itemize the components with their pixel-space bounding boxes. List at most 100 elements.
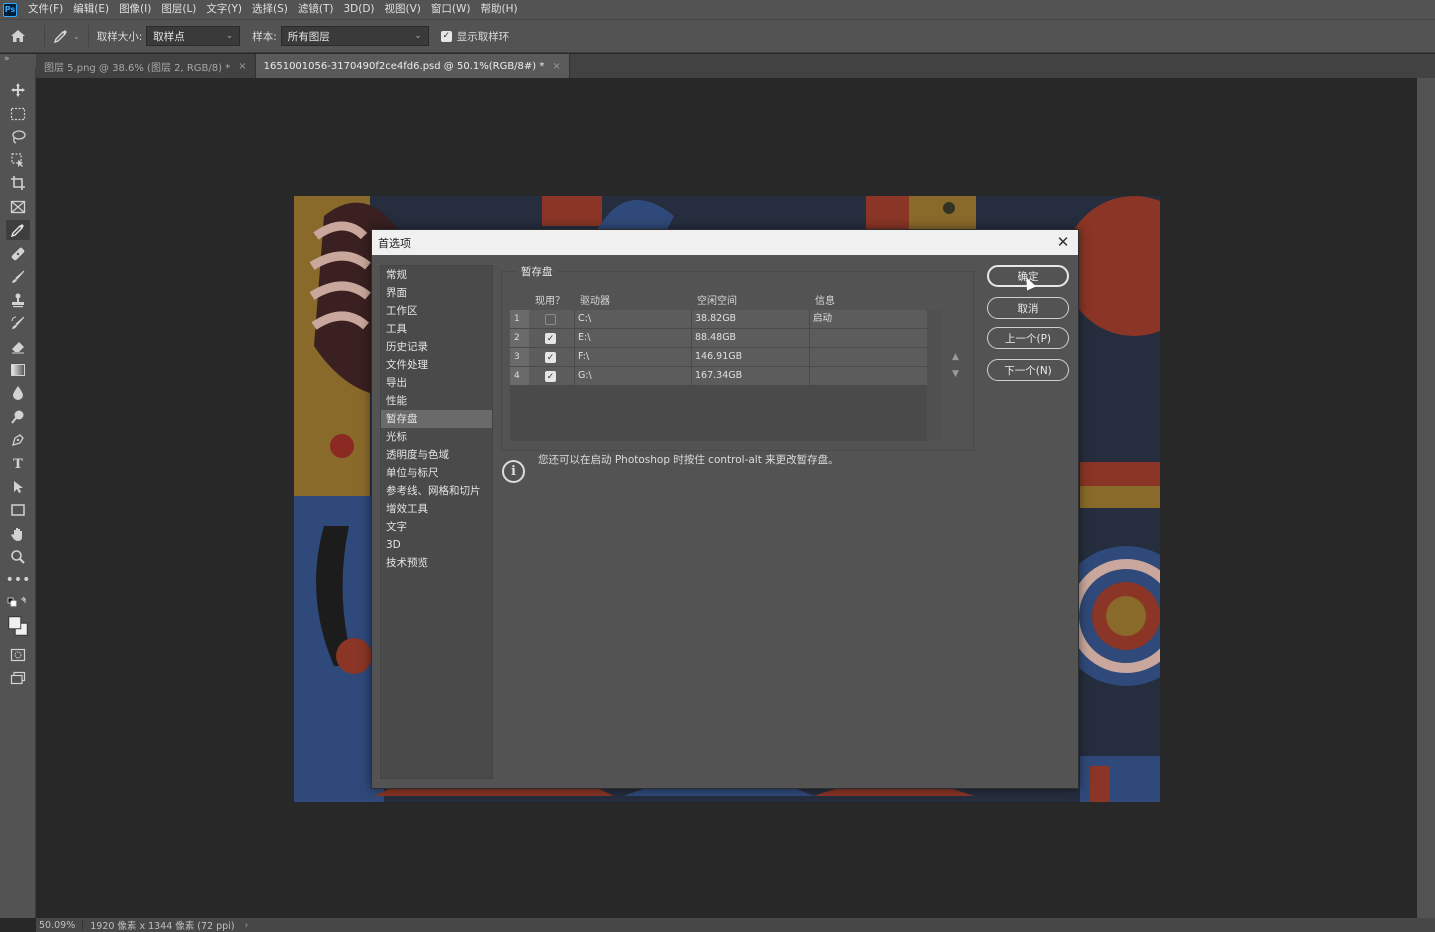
healing-brush-icon[interactable] [6,244,30,264]
more-tools-icon[interactable]: ••• [6,570,31,590]
photoshop-logo-icon: Ps [3,2,17,17]
category-file-handling[interactable]: 文件处理 [381,356,492,374]
drive-cell: F:\ [574,348,691,366]
category-units-rulers[interactable]: 单位与标尺 [381,464,492,482]
drive-cell: G:\ [574,367,691,385]
default-colors-icon[interactable] [6,595,30,609]
table-row[interactable]: 4 ✓ G:\ 167.34GB [510,367,927,386]
table-row[interactable]: 2 ✓ E:\ 88.48GB [510,329,927,348]
category-tools[interactable]: 工具 [381,320,492,338]
lasso-icon[interactable] [6,127,30,147]
crop-icon[interactable] [6,173,30,193]
category-interface[interactable]: 界面 [381,284,492,302]
menu-type[interactable]: 文字(Y) [201,0,247,19]
tab-psd-document[interactable]: 1651001056-3170490f2ce4fd6.psd @ 50.1%(R… [255,54,570,78]
table-row[interactable]: 3 ✓ F:\ 146.91GB [510,348,927,367]
info-icon: i [502,460,525,483]
category-export[interactable]: 导出 [381,374,492,392]
screen-mode-icon[interactable] [6,668,30,688]
category-type[interactable]: 文字 [381,518,492,536]
object-selection-icon[interactable] [6,150,30,170]
chevron-down-icon: ⌄ [225,31,234,41]
category-scratch-disks[interactable]: 暂存盘 [381,410,492,428]
document-info: 1920 像素 x 1344 像素 (72 ppi) [90,921,235,932]
active-checkbox[interactable]: ✓ [545,333,556,344]
hand-icon[interactable] [6,524,30,544]
free-space-cell: 38.82GB [691,310,809,328]
foreground-background-color-icon[interactable] [6,613,30,639]
eyedropper-tool-preset-icon[interactable]: ⌄ [53,28,80,44]
frame-tool-icon[interactable] [6,197,30,217]
scratch-disks-table: 现用？ 驱动器 空闲空间 信息 1 C:\ 38.82GB 启动 2 ✓ E:\… [510,288,941,441]
clone-stamp-icon[interactable] [6,290,30,310]
eyedropper-icon[interactable] [6,220,30,240]
move-up-arrow-icon[interactable]: ▲ [952,352,959,362]
cancel-button[interactable]: 取消 [987,297,1069,319]
table-row[interactable]: 1 C:\ 38.82GB 启动 [510,310,927,329]
history-brush-icon[interactable] [6,313,30,333]
category-transparency-gamut[interactable]: 透明度与色域 [381,446,492,464]
sample-size-label: 取样大小: [96,30,143,43]
rectangular-marquee-icon[interactable] [6,104,30,124]
move-tool-icon[interactable] [6,80,30,100]
previous-button[interactable]: 上一个(P) [987,327,1069,349]
menu-view[interactable]: 视图(V) [380,0,426,19]
menu-help[interactable]: 帮助(H) [476,0,523,19]
divider [44,25,45,47]
category-performance[interactable]: 性能 [381,392,492,410]
menu-layer[interactable]: 图层(L) [156,0,201,19]
pen-icon[interactable] [6,430,30,450]
home-icon[interactable] [0,29,36,43]
category-general[interactable]: 常规 [381,266,492,284]
path-selection-icon[interactable] [6,477,30,497]
close-icon[interactable]: ✕ [1054,233,1072,251]
close-icon[interactable]: × [552,61,560,72]
column-header-active: 现用？ [535,296,565,307]
menu-window[interactable]: 窗口(W) [426,0,476,19]
show-sampling-ring-checkbox[interactable]: ✓ [440,30,452,42]
next-button[interactable]: 下一个(N) [987,359,1069,381]
zoom-icon[interactable] [6,547,30,567]
active-checkbox[interactable] [545,314,556,325]
category-technology-previews[interactable]: 技术预览 [381,554,492,572]
gradient-icon[interactable] [6,360,30,380]
eraser-icon[interactable] [6,337,30,357]
chevron-right-icon[interactable]: › [245,920,249,931]
brush-icon[interactable] [6,267,30,287]
vertical-scrollbar[interactable] [1417,78,1435,918]
preferences-category-list: 常规 界面 工作区 工具 历史记录 文件处理 导出 性能 暂存盘 光标 透明度与… [380,265,493,779]
rectangle-shape-icon[interactable] [6,500,30,520]
menu-edit[interactable]: 编辑(E) [68,0,114,19]
active-checkbox[interactable]: ✓ [545,352,556,363]
type-icon[interactable]: T [6,454,30,474]
quick-mask-icon[interactable] [6,645,30,665]
blur-icon[interactable] [6,383,30,403]
category-plugins[interactable]: 增效工具 [381,500,492,518]
menu-file[interactable]: 文件(F) [23,0,68,19]
menu-select[interactable]: 选择(S) [247,0,293,19]
menu-3d[interactable]: 3D(D) [338,0,379,19]
menu-filter[interactable]: 滤镜(T) [293,0,339,19]
sample-value: 所有图层 [287,30,330,43]
category-3d[interactable]: 3D [381,536,492,554]
tab-label: 图层 5.png @ 38.6% (图层 2, RGB/8) * [44,62,231,74]
category-guides-grid-slices[interactable]: 参考线、网格和切片 [381,482,492,500]
tab-label: 1651001056-3170490f2ce4fd6.psd @ 50.1%(R… [263,60,545,72]
info-cell [809,329,927,347]
move-down-arrow-icon[interactable]: ▼ [952,369,959,379]
active-checkbox[interactable]: ✓ [545,371,556,382]
sample-select[interactable]: 所有图层 ⌄ [280,26,429,46]
table-scrollbar[interactable] [927,310,941,441]
menu-image[interactable]: 图像(I) [114,0,156,19]
tools-panel: T ••• [0,68,36,918]
menu-bar: Ps 文件(F) 编辑(E) 图像(I) 图层(L) 文字(Y) 选择(S) 滤… [0,0,1435,19]
collapse-panels-icon[interactable]: » [0,54,36,68]
category-cursors[interactable]: 光标 [381,428,492,446]
category-workspace[interactable]: 工作区 [381,302,492,320]
dodge-icon[interactable] [6,407,30,427]
tab-layer5-png[interactable]: 图层 5.png @ 38.6% (图层 2, RGB/8) * × [36,54,256,78]
zoom-level[interactable]: 50.09% [39,920,75,931]
category-history-log[interactable]: 历史记录 [381,338,492,356]
close-icon[interactable]: × [238,61,246,72]
sample-size-select[interactable]: 取样点 ⌄ [146,26,241,46]
